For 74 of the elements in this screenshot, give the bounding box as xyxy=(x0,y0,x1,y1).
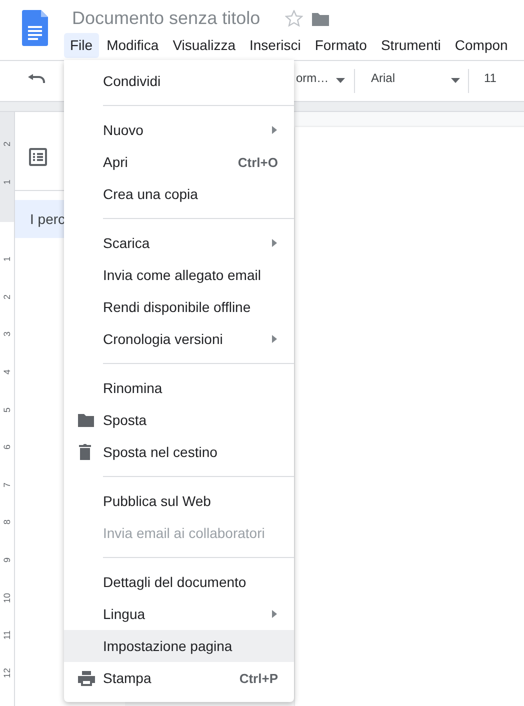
caret-icon[interactable] xyxy=(336,78,345,83)
menu-bar-item[interactable]: Visualizza xyxy=(166,33,242,58)
ruler-label: 9 xyxy=(2,556,12,565)
menu-item[interactable]: Crea una copia xyxy=(64,178,294,210)
ruler-label: 2 xyxy=(2,293,12,302)
menu-item[interactable]: Invia come allegato email xyxy=(64,259,294,291)
menu-bar-item[interactable]: Inserisci xyxy=(243,33,307,58)
caret-icon[interactable] xyxy=(451,78,460,83)
ruler-label: 2 xyxy=(2,140,12,149)
menu-item[interactable]: Apri Ctrl+O xyxy=(64,146,294,178)
font-dropdown[interactable]: Arial xyxy=(371,71,396,85)
menu-item-label: Scarica xyxy=(103,235,150,251)
list-icon xyxy=(29,148,47,166)
folder-icon xyxy=(78,413,94,427)
menu-item[interactable]: Sposta xyxy=(64,404,294,436)
menu-item[interactable]: Rendi disponibile offline xyxy=(64,291,294,323)
submenu-arrow-icon xyxy=(272,126,277,134)
ruler-label: 3 xyxy=(2,330,12,339)
menu-item[interactable]: Lingua xyxy=(64,598,294,630)
menu-item-label: Crea una copia xyxy=(103,186,198,202)
menu-item-label: Invia come allegato email xyxy=(103,267,261,283)
menu-item-label: Sposta xyxy=(103,412,147,428)
shortcut-label: Ctrl+O xyxy=(238,154,278,170)
document-title[interactable]: Documento senza titolo xyxy=(72,8,260,29)
docs-logo-icon[interactable] xyxy=(22,10,48,46)
font-size-field[interactable]: 11 xyxy=(484,71,496,85)
ruler-label: 5 xyxy=(2,406,12,414)
submenu-arrow-icon xyxy=(272,239,277,247)
menu-item-label: Dettagli del documento xyxy=(103,574,246,590)
ruler-label: 1 xyxy=(2,256,12,264)
menu-item[interactable]: Cronologia versioni xyxy=(64,323,294,355)
folder-icon[interactable] xyxy=(312,12,329,26)
menu-item[interactable]: Condividi xyxy=(64,65,294,97)
menu-item[interactable]: Impostazione pagina xyxy=(64,630,294,662)
print-icon xyxy=(78,670,95,686)
menu-item-label: Invia email ai collaboratori xyxy=(103,525,265,541)
menu-bar-item[interactable]: Modifica xyxy=(100,33,165,58)
menu-item-label: Apri xyxy=(103,154,128,170)
menu-item[interactable]: Scarica xyxy=(64,227,294,259)
ruler-label: 7 xyxy=(2,481,12,490)
menu-bar-item[interactable]: File xyxy=(64,33,99,58)
shortcut-label: Ctrl+P xyxy=(239,670,278,686)
menu-bar-item[interactable]: Strumenti xyxy=(374,33,447,58)
menu-item[interactable]: Rinomina xyxy=(64,372,294,404)
menu-item[interactable]: Pubblica sul Web xyxy=(64,485,294,517)
ruler-label: 8 xyxy=(2,518,12,527)
undo-icon[interactable] xyxy=(28,74,45,84)
ruler-label: 4 xyxy=(2,368,12,377)
menu-item-label: Stampa xyxy=(103,670,152,686)
submenu-arrow-icon xyxy=(272,335,277,343)
menu-item-label: Rinomina xyxy=(103,380,162,396)
menu-item-label: Pubblica sul Web xyxy=(103,493,211,509)
menu-item-label: Cronologia versioni xyxy=(103,331,223,347)
menu-item[interactable]: Sposta nel cestino xyxy=(64,436,294,468)
menu-item-label: Impostazione pagina xyxy=(103,638,232,654)
style-dropdown[interactable]: orm… xyxy=(296,71,329,85)
menu-item-label: Condividi xyxy=(103,73,161,89)
ruler-label: 10 xyxy=(2,592,12,603)
ruler-label: 12 xyxy=(2,668,12,678)
menu-item[interactable]: Dettagli del documento xyxy=(64,566,294,598)
menu-item-label: Rendi disponibile offline xyxy=(103,299,251,315)
menu-item-label: Sposta nel cestino xyxy=(103,444,218,460)
menu-item-label: Lingua xyxy=(103,606,146,622)
menu-bar-item[interactable]: Formato xyxy=(308,33,373,58)
submenu-arrow-icon xyxy=(272,610,277,618)
menu-item-label: Nuovo xyxy=(103,122,144,138)
star-icon[interactable] xyxy=(285,10,303,27)
ruler-label: 11 xyxy=(2,630,12,640)
menu-bar-item[interactable]: Compon xyxy=(448,33,514,58)
menu-item[interactable]: Nuovo xyxy=(64,114,294,146)
ruler-label: 6 xyxy=(2,444,12,452)
ruler-label: 1 xyxy=(2,178,12,186)
trash-icon xyxy=(78,444,92,460)
menu-item[interactable]: Stampa Ctrl+P xyxy=(64,662,294,694)
